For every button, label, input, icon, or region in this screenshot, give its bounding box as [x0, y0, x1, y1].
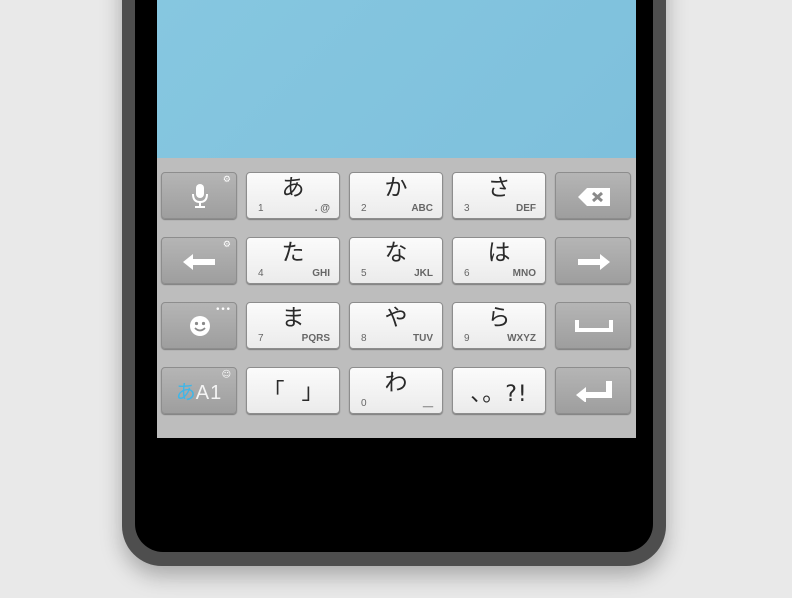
key-ta[interactable]: た 4 GHI	[246, 237, 340, 284]
key-kana: ら	[487, 305, 511, 331]
mode-hiragana: あ	[175, 380, 196, 404]
key-a[interactable]: あ 1 . @	[246, 172, 340, 219]
settings-corner-icon: ⚙	[222, 175, 231, 185]
key-sub-chars: WXYZ	[507, 333, 536, 344]
key-number: 7	[258, 333, 264, 344]
key-number: 9	[464, 333, 470, 344]
key-ka[interactable]: か 2 ABC	[349, 172, 443, 219]
key-kana: な	[384, 240, 408, 266]
key-sub-chars: ABC	[411, 203, 433, 214]
key-sub-chars: PQRS	[301, 333, 330, 344]
key-sub-chars: JKL	[414, 268, 433, 279]
cursor-left-key[interactable]: ⚙	[161, 237, 237, 284]
enter-key[interactable]	[555, 367, 631, 414]
key-punctuation: 、。?!	[470, 382, 528, 407]
key-ha[interactable]: は 6 MNO	[452, 237, 546, 284]
key-kana: さ	[487, 175, 511, 201]
key-number: 3	[464, 203, 470, 214]
key-ra[interactable]: ら 9 WXYZ	[452, 302, 546, 349]
key-brackets: 「 」	[262, 380, 324, 405]
key-sub-chars: MNO	[512, 268, 536, 279]
key-number: 5	[361, 268, 367, 279]
key-kana: わ	[384, 370, 408, 396]
key-na[interactable]: な 5 JKL	[349, 237, 443, 284]
backspace-key[interactable]	[555, 172, 631, 219]
cursor-right-key[interactable]	[555, 237, 631, 284]
space-key[interactable]	[555, 302, 631, 349]
voice-input-key[interactable]: ⚙	[161, 172, 237, 219]
input-mode-label: あA1	[162, 380, 236, 405]
key-ya[interactable]: や 8 TUV	[349, 302, 443, 349]
key-number: 6	[464, 268, 470, 279]
input-mode-key[interactable]: あA1 ☺	[161, 367, 237, 414]
key-kana: は	[487, 240, 511, 266]
key-kana: あ	[281, 175, 305, 201]
key-sub-chars: TUV	[413, 333, 433, 344]
app-content-area[interactable]	[157, 0, 636, 158]
emoticon-corner-icon: ☺	[221, 370, 231, 380]
japanese-keyboard: ⚙ あ 1 . @ か 2 ABC さ 3 DEF ⚙ た 4 GHI な 5 …	[157, 158, 636, 438]
key-sub-chars: GHI	[312, 268, 330, 279]
key-kana: や	[384, 305, 408, 331]
microphone-icon	[192, 184, 208, 208]
settings-corner-icon: ⚙	[222, 240, 231, 250]
key-number: 0	[361, 398, 367, 409]
arrow-right-icon	[578, 254, 610, 270]
key-kana: ま	[281, 305, 305, 331]
key-kana: た	[281, 240, 305, 266]
punctuation-key[interactable]: 、。?!	[452, 367, 546, 414]
key-number: 8	[361, 333, 367, 344]
emoji-key[interactable]: •••	[161, 302, 237, 349]
enter-icon	[576, 381, 612, 402]
key-ma[interactable]: ま 7 PQRS	[246, 302, 340, 349]
key-wa[interactable]: わ 0 ＿	[349, 367, 443, 414]
key-sub-chars: . @	[314, 203, 330, 214]
key-sub-chars: ＿	[423, 398, 433, 409]
space-icon	[575, 320, 613, 332]
key-sub-chars: DEF	[516, 203, 536, 214]
key-number: 2	[361, 203, 367, 214]
bracket-key[interactable]: 「 」	[246, 367, 340, 414]
more-corner-icon: •••	[215, 305, 231, 315]
smiley-icon	[190, 316, 210, 336]
key-number: 1	[258, 203, 264, 214]
mode-alnum: A1	[195, 382, 223, 404]
arrow-left-icon	[183, 254, 215, 270]
key-number: 4	[258, 268, 264, 279]
key-sa[interactable]: さ 3 DEF	[452, 172, 546, 219]
screen: ⚙ あ 1 . @ か 2 ABC さ 3 DEF ⚙ た 4 GHI な 5 …	[157, 0, 636, 438]
backspace-icon	[578, 188, 610, 206]
key-kana: か	[384, 175, 408, 201]
